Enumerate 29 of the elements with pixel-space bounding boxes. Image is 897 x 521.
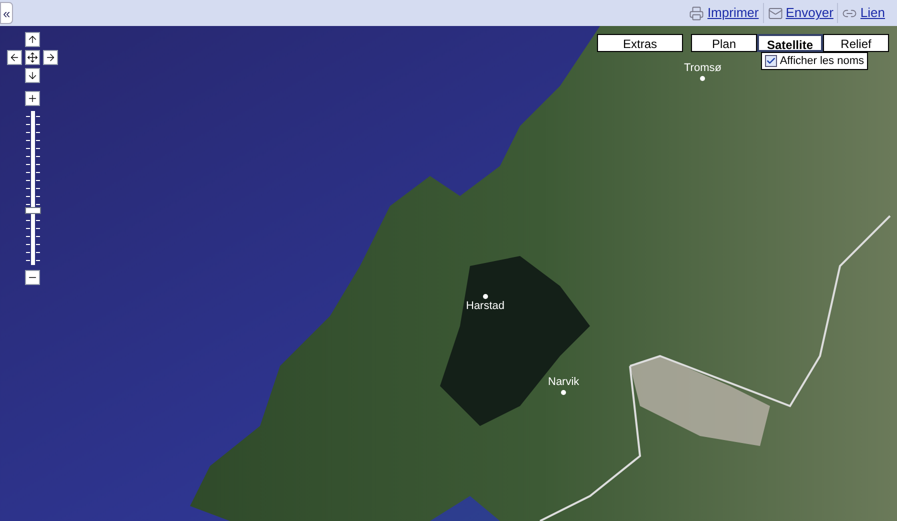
toolbar-link[interactable]: Imprimer	[707, 3, 759, 23]
show-labels-checkbox[interactable]: Afficher les noms	[760, 52, 868, 70]
right-arrow-icon	[45, 52, 56, 63]
map-type-button[interactable]: Plan	[691, 34, 757, 52]
map-type-button[interactable]: Satellite	[757, 34, 823, 52]
checkmark-icon	[766, 56, 776, 66]
map-type-button[interactable]: Extras	[597, 34, 683, 52]
zoom-in-button[interactable]	[25, 91, 40, 106]
plus-icon	[27, 93, 38, 104]
pan-left-button[interactable]	[7, 50, 22, 65]
center-button[interactable]	[25, 50, 40, 65]
zoom-slider-thumb[interactable]	[24, 207, 40, 214]
collapse-button[interactable]: «	[0, 2, 14, 24]
toolbar-link[interactable]: Lien	[860, 3, 885, 23]
down-arrow-icon	[27, 70, 38, 81]
place-label: Narvik	[548, 376, 580, 389]
left-arrow-icon	[9, 52, 20, 63]
envelope-icon	[768, 6, 783, 20]
pan-up-button[interactable]	[25, 32, 40, 47]
zoom-out-button[interactable]	[25, 270, 40, 285]
checkbox[interactable]	[764, 55, 777, 67]
place-label: Tromsø	[684, 62, 722, 75]
toolbar-link[interactable]: Envoyer	[786, 3, 834, 23]
pan-right-button[interactable]	[43, 50, 58, 65]
pan-down-button[interactable]	[25, 68, 40, 83]
up-arrow-icon	[27, 34, 38, 45]
place-label: Harstad	[466, 300, 505, 313]
printer-icon	[689, 6, 704, 20]
map-type-button[interactable]: Relief	[823, 34, 889, 52]
